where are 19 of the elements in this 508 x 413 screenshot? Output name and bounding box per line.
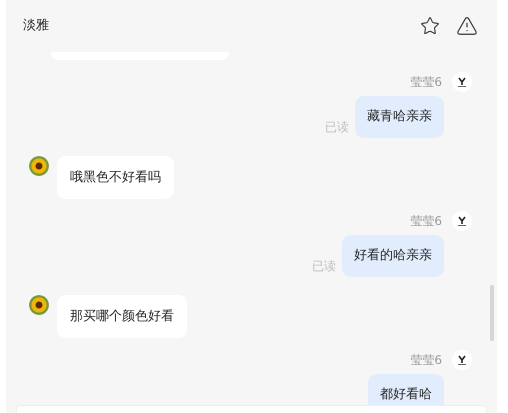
logo-avatar-icon bbox=[452, 350, 472, 370]
sender-name: 莹莹6 bbox=[410, 74, 442, 91]
favorite-star-icon[interactable] bbox=[420, 16, 440, 36]
sunflower-avatar-icon bbox=[29, 156, 49, 176]
message-bubble: 好看的哈亲亲 bbox=[342, 235, 444, 276]
read-status: 已读 bbox=[325, 118, 349, 136]
scrollbar-thumb[interactable] bbox=[490, 285, 494, 341]
sunflower-avatar-icon bbox=[29, 294, 49, 314]
message-bubble: 藏青哈亲亲 bbox=[355, 96, 444, 138]
logo-avatar-icon bbox=[452, 72, 472, 92]
message-bubble: 都好看哈 bbox=[368, 374, 444, 405]
chat-title: 淡雅 bbox=[23, 17, 49, 36]
logo-avatar-icon bbox=[452, 211, 472, 231]
warning-icon[interactable] bbox=[456, 15, 478, 37]
message-bubble: 哦黑色不好看吗 bbox=[57, 156, 174, 199]
message-bubble: 那买哪个颜色好看 bbox=[57, 294, 187, 338]
read-status: 已读 bbox=[312, 258, 336, 274]
sender-name: 莹莹6 bbox=[410, 352, 442, 369]
sender-name: 莹莹6 bbox=[410, 213, 442, 230]
